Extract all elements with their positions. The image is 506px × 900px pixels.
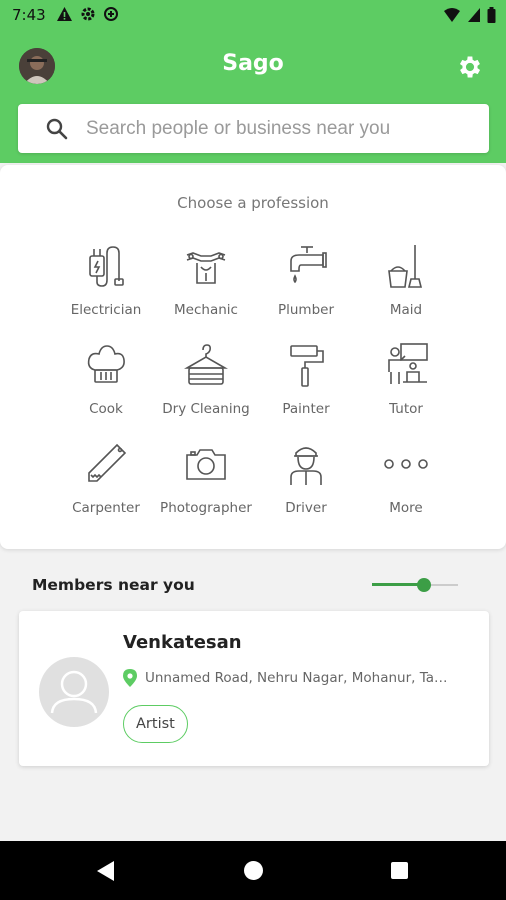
camera-icon <box>186 449 226 480</box>
profession-cook[interactable]: Cook <box>56 341 156 440</box>
profession-carpenter[interactable]: Carpenter <box>56 440 156 539</box>
search-input[interactable] <box>86 104 476 153</box>
data-saver-icon <box>104 7 118 21</box>
profession-label: Maid <box>389 302 423 318</box>
profession-painter[interactable]: Painter <box>256 341 356 440</box>
settings-icon <box>81 7 95 21</box>
user-placeholder-icon <box>50 670 98 714</box>
member-address-text: Unnamed Road, Nehru Nagar, Mohanur, Tami… <box>145 670 457 686</box>
saw-icon <box>88 443 127 482</box>
profession-tutor[interactable]: Tutor <box>356 341 456 440</box>
mop-bucket-icon <box>388 245 423 288</box>
profession-label: Dry Cleaning <box>162 401 250 417</box>
status-system-icons <box>443 7 496 23</box>
member-avatar-placeholder <box>39 657 109 727</box>
member-profession-tag[interactable]: Artist <box>123 705 188 743</box>
battery-icon <box>487 7 496 23</box>
mechanic-icon <box>186 252 226 284</box>
profession-card: Choose a profession Electrician Mechanic <box>0 165 506 549</box>
profession-electrician[interactable]: Electrician <box>56 242 156 341</box>
back-icon[interactable] <box>97 861 115 881</box>
profession-plumber[interactable]: Plumber <box>256 242 356 341</box>
slider-fill <box>372 583 424 586</box>
profession-label: Photographer <box>160 500 252 516</box>
faucet-icon <box>290 246 327 284</box>
profession-label: Mechanic <box>174 302 238 318</box>
member-address: Unnamed Road, Nehru Nagar, Mohanur, Tami… <box>123 669 463 687</box>
search-icon <box>46 118 68 140</box>
members-section-title: Members near you <box>32 576 195 594</box>
electric-plug-icon <box>89 246 124 287</box>
app-title: Sago <box>222 51 284 76</box>
recents-icon[interactable] <box>391 862 408 879</box>
search-bar[interactable] <box>18 104 489 153</box>
hanger-icon <box>184 344 228 385</box>
profession-dry-cleaning[interactable]: Dry Cleaning <box>156 341 256 440</box>
profession-card-title: Choose a profession <box>177 194 329 212</box>
member-card[interactable]: Venkatesan Unnamed Road, Nehru Nagar, Mo… <box>19 611 489 766</box>
slider-thumb[interactable] <box>416 578 431 592</box>
status-notification-icons <box>56 6 119 22</box>
tutor-icon <box>388 343 428 384</box>
distance-slider[interactable] <box>372 575 458 595</box>
signal-icon <box>468 8 480 22</box>
profession-label: Driver <box>285 500 327 516</box>
profession-label: More <box>389 500 423 516</box>
member-name: Venkatesan <box>123 632 242 653</box>
profession-photographer[interactable]: Photographer <box>156 440 256 539</box>
warning-icon <box>57 7 72 21</box>
profession-mechanic[interactable]: Mechanic <box>156 242 256 341</box>
driver-icon <box>290 447 322 485</box>
profession-driver[interactable]: Driver <box>256 440 356 539</box>
home-icon[interactable] <box>244 861 263 880</box>
location-pin-icon <box>123 669 137 687</box>
profession-grid: Electrician Mechanic Plumber Maid Cook D… <box>56 242 456 539</box>
chef-hat-icon <box>87 345 125 383</box>
gear-icon[interactable] <box>456 53 484 81</box>
profession-maid[interactable]: Maid <box>356 242 456 341</box>
wifi-icon <box>444 8 460 22</box>
paint-roller-icon <box>290 345 324 387</box>
profession-label: Cook <box>89 401 123 417</box>
profession-more[interactable]: More <box>356 440 456 539</box>
status-time: 7:43 <box>12 6 46 24</box>
profession-label: Electrician <box>70 302 142 318</box>
more-dots-icon <box>384 459 428 469</box>
profession-label: Plumber <box>277 302 335 318</box>
system-nav-bar <box>0 841 506 900</box>
profession-label: Painter <box>282 401 330 417</box>
status-bar: 7:43 <box>0 0 506 33</box>
profession-label: Carpenter <box>72 500 140 516</box>
profession-label: Tutor <box>389 401 423 417</box>
app-bar: Sago <box>0 33 506 163</box>
